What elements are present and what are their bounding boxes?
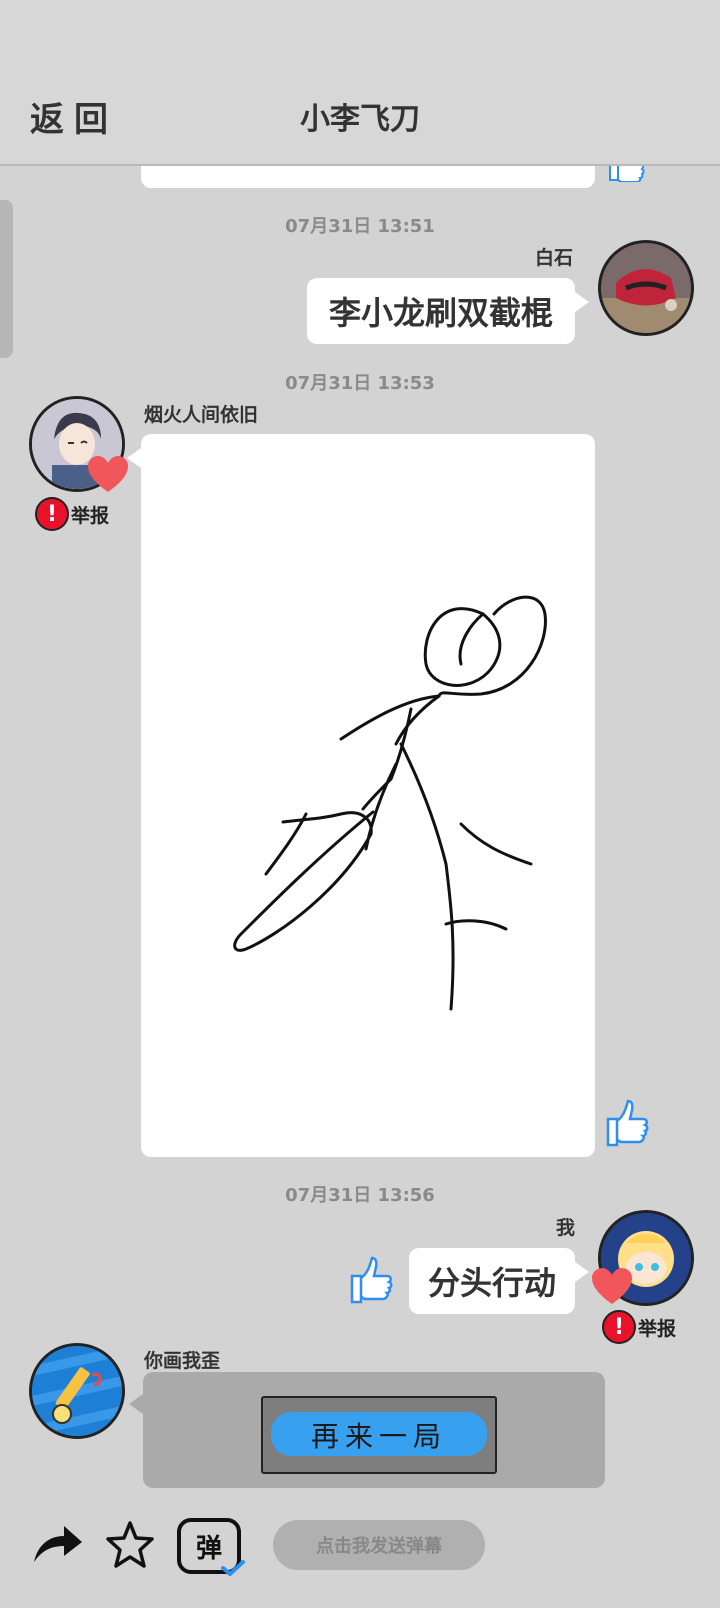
timestamp: 07月31日 13:51 [285,216,435,237]
bubble-tail [575,1262,589,1282]
thumbs-up-icon[interactable] [604,1097,654,1149]
timestamp: 07月31日 13:53 [285,373,435,394]
play-again-label: 再来一局 [310,1420,447,1453]
danmu-icon[interactable]: 弹 [177,1518,245,1576]
timestamp: 07月31日 13:56 [285,1185,435,1206]
bubble-tail [127,448,141,468]
message-bubble[interactable]: 李小龙刷双截棍 [307,278,575,344]
message-bubble[interactable]: 分头行动 [409,1248,575,1314]
report-button[interactable]: ! 举报 [602,1310,676,1344]
avatar[interactable] [29,1343,125,1439]
sender-name: 你画我歪 [144,1350,221,1372]
danmu-icon-char: 弹 [195,1533,222,1564]
report-label: 举报 [638,1317,677,1340]
header-bar: 返回 小李飞刀 [0,0,720,166]
page-title: 小李飞刀 [300,102,420,137]
share-icon[interactable] [30,1522,84,1566]
sender-name: 烟火人间依旧 [144,404,259,426]
star-icon[interactable] [105,1520,155,1570]
heart-icon[interactable] [86,454,130,494]
thumbs-up-icon[interactable] [348,1254,398,1306]
message-text: 李小龙刷双截棍 [328,294,553,332]
message-text: 分头行动 [427,1264,556,1302]
report-button[interactable]: ! 举报 [35,497,109,531]
heart-icon[interactable] [590,1266,634,1306]
game-card: 再来一局 [143,1372,605,1488]
drawing-message-bubble[interactable] [141,434,595,1157]
bubble-tail [575,292,589,312]
bubble-tail [129,1394,143,1414]
report-label: 举报 [71,504,110,527]
warning-icon: ! [602,1310,636,1344]
sender-name: 白石 [535,247,574,269]
warning-icon: ! [35,497,69,531]
play-again-button[interactable]: 再来一局 [261,1396,497,1474]
avatar[interactable] [598,240,694,336]
sender-name: 我 [556,1217,576,1239]
send-danmu-button[interactable]: 点击我发送弹幕 [273,1520,485,1570]
drawing-sketch [233,595,547,1011]
